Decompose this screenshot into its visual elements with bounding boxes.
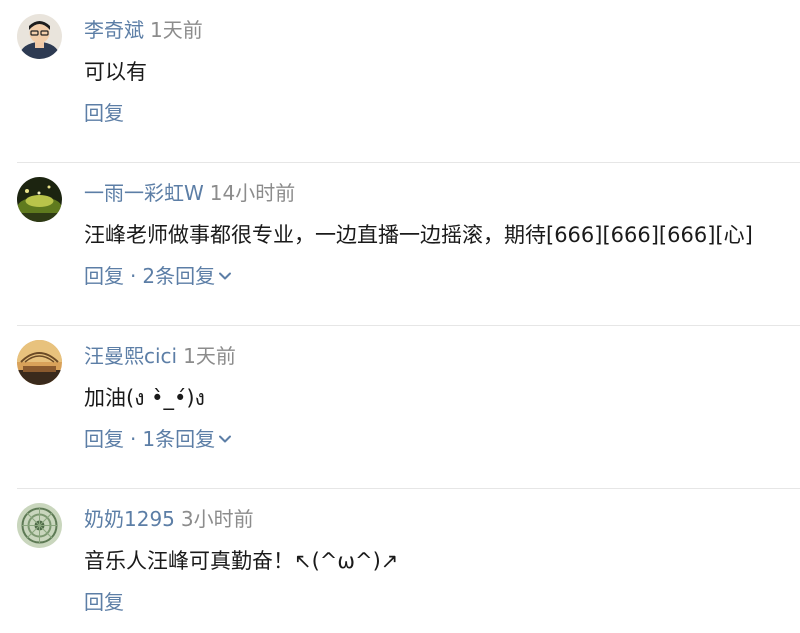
reply-button[interactable]: 回复 [84,590,124,614]
comment-item: 奶奶1295 3小时前 音乐人汪峰可真勤奋！↖(^ω^)↗ 回复 [0,489,800,633]
avatar[interactable] [17,177,62,222]
comment-text: 音乐人汪峰可真勤奋！↖(^ω^)↗ [84,549,399,573]
avatar[interactable] [17,503,62,548]
chevron-down-icon [219,272,232,280]
separator: · [130,264,137,288]
reply-button[interactable]: 回复 [84,101,124,125]
comment-actions: 回复 [84,588,124,616]
username[interactable]: 李奇斌 [84,18,144,42]
reply-button[interactable]: 回复 [84,427,124,451]
comment-actions: 回复 · 1条回复 [84,425,233,453]
avatar[interactable] [17,14,62,59]
timestamp: 1天前 [183,344,236,368]
comment-text: 加油(ง •̀_•́)ง [84,386,205,410]
comment-meta: 汪曼熙cici 1天前 [84,342,236,370]
chevron-down-icon [219,435,232,443]
avatar[interactable] [17,340,62,385]
comment-actions: 回复 · 2条回复 [84,262,233,290]
view-replies-button[interactable]: 2条回复 [142,264,233,288]
comment-item: 李奇斌 1天前 可以有 回复 [0,0,800,163]
comment-text: 汪峰老师做事都很专业，一边直播一边摇滚，期待[666][666][666][心] [84,223,753,247]
replies-count-label: 2条回复 [142,264,216,288]
username[interactable]: 奶奶1295 [84,507,175,531]
username[interactable]: 一雨一彩虹W [84,181,204,205]
timestamp: 3小时前 [180,507,254,531]
username[interactable]: 汪曼熙cici [84,344,177,368]
separator: · [130,427,137,451]
comment-meta: 一雨一彩虹W 14小时前 [84,179,295,207]
timestamp: 1天前 [150,18,203,42]
comment-item: 一雨一彩虹W 14小时前 汪峰老师做事都很专业，一边直播一边摇滚，期待[666][… [0,163,800,326]
comment-meta: 李奇斌 1天前 [84,16,203,44]
comment-meta: 奶奶1295 3小时前 [84,505,254,533]
comment-text: 可以有 [84,60,147,84]
comment-item: 汪曼熙cici 1天前 加油(ง •̀_•́)ง 回复 · 1条回复 [0,326,800,489]
replies-count-label: 1条回复 [142,427,216,451]
view-replies-button[interactable]: 1条回复 [142,427,233,451]
comment-actions: 回复 [84,99,124,127]
timestamp: 14小时前 [209,181,296,205]
reply-button[interactable]: 回复 [84,264,124,288]
